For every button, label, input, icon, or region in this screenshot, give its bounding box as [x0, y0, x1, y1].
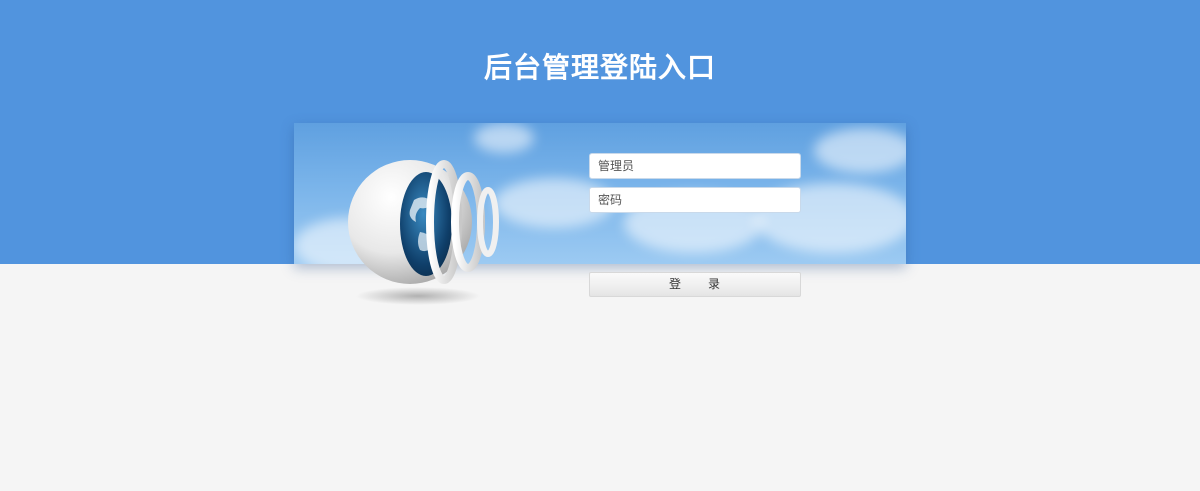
cloud-shape — [474, 123, 534, 153]
password-input[interactable] — [589, 187, 801, 213]
username-input[interactable] — [589, 153, 801, 179]
page-background — [0, 264, 1200, 491]
globe-logo-icon — [340, 150, 510, 310]
page-title: 后台管理登陆入口 — [483, 51, 716, 84]
cloud-shape — [814, 128, 906, 173]
login-button[interactable]: 登 录 — [589, 272, 801, 297]
